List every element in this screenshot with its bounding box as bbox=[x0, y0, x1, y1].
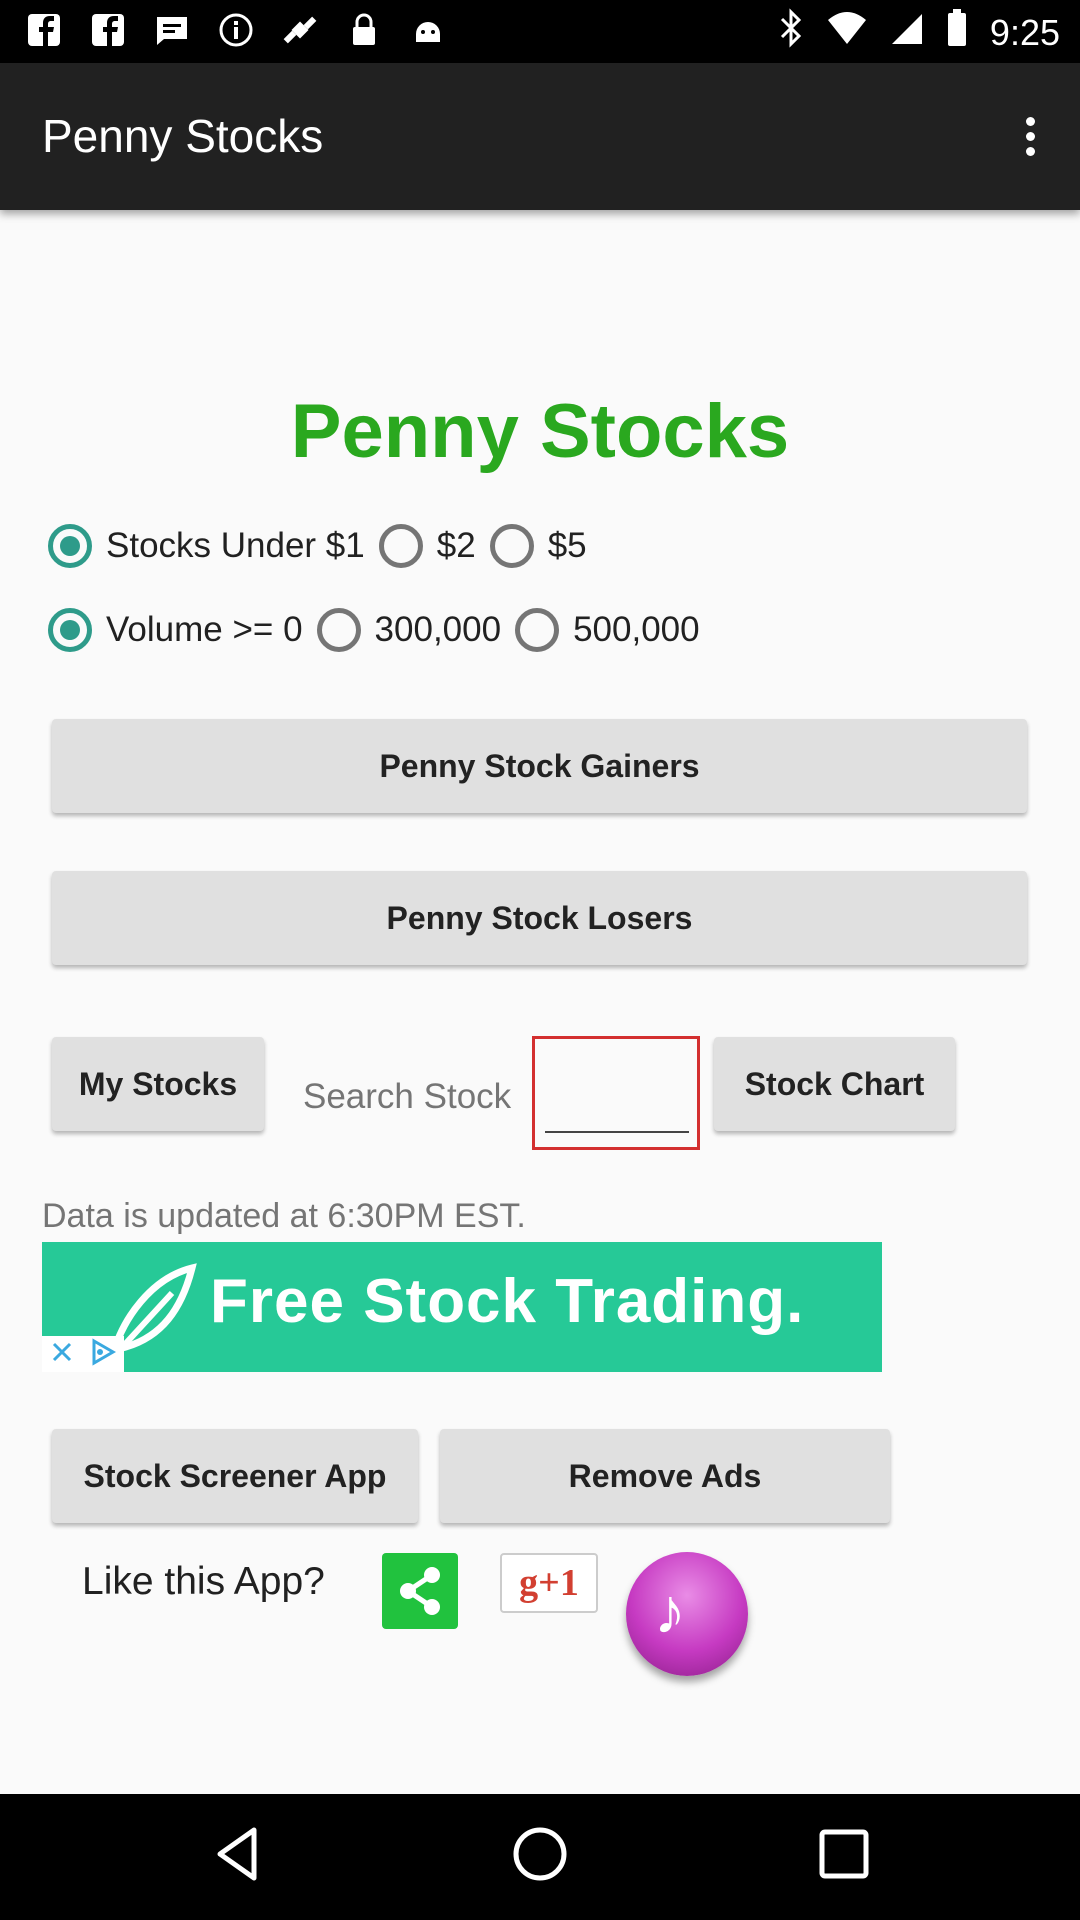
volume-filter-group: Volume >= 0 300,000 500,000 bbox=[48, 608, 714, 652]
adchoices-icon[interactable] bbox=[89, 1337, 117, 1371]
page-title: Penny Stocks bbox=[290, 389, 790, 474]
radio-label: 300,000 bbox=[374, 610, 502, 649]
remove-ads-button[interactable]: Remove Ads bbox=[440, 1429, 890, 1523]
lock-icon bbox=[346, 12, 382, 48]
notification-icons bbox=[26, 12, 446, 48]
facebook-icon bbox=[90, 12, 126, 48]
radio-unchecked-icon bbox=[515, 608, 560, 652]
ad-text: Free Stock Trading. bbox=[210, 1267, 805, 1336]
search-input[interactable] bbox=[545, 1059, 689, 1133]
music-button[interactable]: ♪ bbox=[626, 1552, 748, 1676]
radio-label: Stocks Under $1 bbox=[106, 526, 365, 565]
home-icon[interactable] bbox=[510, 1824, 570, 1884]
app-bar: Penny Stocks bbox=[0, 63, 1080, 210]
message-icon bbox=[154, 12, 190, 48]
radio-label: Volume >= 0 bbox=[106, 610, 303, 649]
radio-volume-0[interactable]: Volume >= 0 bbox=[48, 608, 303, 652]
status-bar: 9:25 bbox=[0, 0, 1080, 63]
wifi-icon bbox=[826, 10, 868, 55]
ad-choices[interactable] bbox=[42, 1336, 124, 1372]
satellite-icon bbox=[282, 12, 318, 48]
radio-unchecked-icon bbox=[489, 524, 534, 568]
app-title: Penny Stocks bbox=[42, 110, 324, 162]
my-stocks-button[interactable]: My Stocks bbox=[52, 1037, 264, 1131]
search-box bbox=[532, 1036, 700, 1150]
data-updated-note: Data is updated at 6:30PM EST. bbox=[42, 1197, 526, 1235]
radio-under-5[interactable]: $5 bbox=[489, 524, 587, 568]
recents-icon[interactable] bbox=[814, 1824, 874, 1884]
share-icon bbox=[400, 1567, 440, 1615]
search-stock-label: Search Stock bbox=[303, 1077, 512, 1116]
penny-stock-gainers-button[interactable]: Penny Stock Gainers bbox=[52, 719, 1027, 813]
like-app-label: Like this App? bbox=[82, 1560, 325, 1603]
close-icon[interactable] bbox=[50, 1340, 74, 1369]
battery-icon bbox=[946, 8, 968, 57]
radio-label: $2 bbox=[436, 526, 476, 565]
facebook-icon bbox=[26, 12, 62, 48]
radio-volume-300000[interactable]: 300,000 bbox=[316, 608, 502, 652]
radio-volume-500000[interactable]: 500,000 bbox=[515, 608, 700, 652]
radio-unchecked-icon bbox=[378, 524, 423, 568]
navigation-bar bbox=[0, 1794, 1080, 1920]
radio-unchecked-icon bbox=[316, 608, 361, 652]
penny-stock-losers-button[interactable]: Penny Stock Losers bbox=[52, 871, 1027, 965]
back-icon[interactable] bbox=[208, 1824, 268, 1884]
radio-checked-icon bbox=[48, 608, 92, 652]
overflow-menu-icon[interactable] bbox=[1010, 113, 1050, 163]
clock-time: 9:25 bbox=[989, 11, 1060, 53]
radio-label: 500,000 bbox=[573, 610, 700, 649]
info-icon bbox=[218, 12, 254, 48]
radio-label: $5 bbox=[547, 526, 587, 565]
music-note-icon: ♪ bbox=[654, 1575, 686, 1647]
share-button[interactable] bbox=[382, 1553, 458, 1629]
google-plus-one-button[interactable]: g+1 bbox=[500, 1553, 598, 1613]
stock-screener-app-button[interactable]: Stock Screener App bbox=[52, 1429, 418, 1523]
bluetooth-icon bbox=[778, 8, 804, 57]
stock-chart-button[interactable]: Stock Chart bbox=[714, 1037, 955, 1131]
radio-checked-icon bbox=[48, 524, 92, 568]
radio-under-1[interactable]: Stocks Under $1 bbox=[48, 524, 365, 568]
price-filter-group: Stocks Under $1 $2 $5 bbox=[48, 524, 601, 568]
system-icons: 9:25 bbox=[778, 8, 1060, 57]
radio-under-2[interactable]: $2 bbox=[378, 524, 476, 568]
android-icon bbox=[410, 12, 446, 48]
ad-banner[interactable]: Free Stock Trading. bbox=[42, 1242, 882, 1372]
signal-icon bbox=[890, 10, 924, 55]
